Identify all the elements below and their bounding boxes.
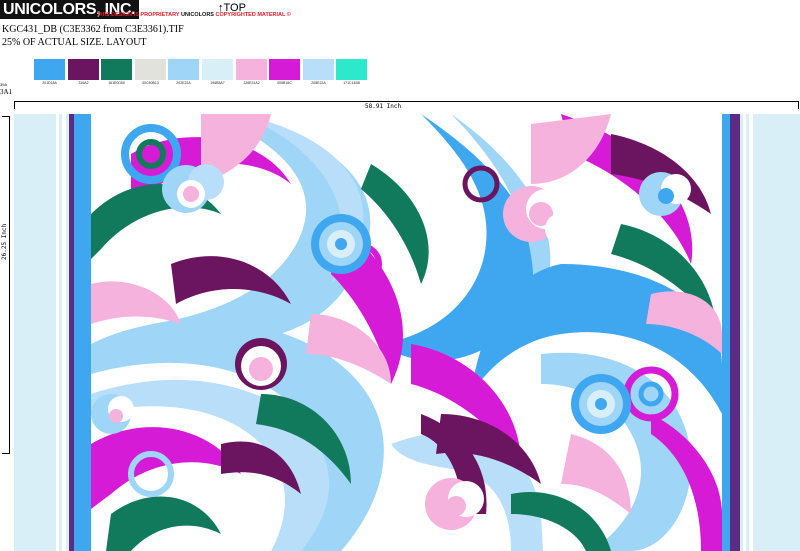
side-label: 3A1 [0,88,13,96]
paisley-swirl-print [14,114,800,551]
color-swatch-code: 205E22A [311,81,326,85]
color-swatch-code: 171C14B8 [343,81,360,85]
side-code: 39A [0,82,8,87]
print-border-stripe-left-navy [69,114,74,551]
height-ruler [2,116,10,454]
height-ruler-label: 26.25 Inch [1,223,8,260]
top-marker: ↑TOP [218,2,246,14]
notice-brand: UNICOLORS [180,12,214,18]
notice-prefix: THIS DESIGN IS PROPRIETARY [97,12,181,18]
color-swatch [101,59,132,80]
color-swatch-code: 005B16C [277,81,292,85]
color-swatch-code: 201D18A [42,81,57,85]
width-ruler-label: 58.91 Inch [363,103,404,110]
color-swatch [68,59,99,80]
copyright-notice: THIS DESIGN IS PROPRIETARY UNICOLORS COP… [97,12,291,18]
color-swatch-code: 202E22A [176,81,191,85]
cloud-flower-3 [311,214,371,274]
color-swatch-code: 316A2 [78,81,89,85]
color-swatch [269,59,300,80]
print-border-stripe-right-navy [730,114,740,551]
print-border-stripe-right-white [743,114,746,551]
print-border-stripe-left-white-2 [62,114,66,551]
print-border-stripe-left-white [56,114,59,551]
color-swatch [168,59,199,80]
fabric-print-preview [14,114,800,551]
scale-text: 25% OF ACTUAL SIZE. LAYOUT [2,37,147,48]
print-border-stripe-right-white-2 [749,114,753,551]
width-ruler [14,101,799,109]
color-swatch [135,59,166,80]
cloud-flower-5 [571,374,631,434]
color-swatch-code: 00C50B13 [142,81,159,85]
pattern-field [91,114,722,551]
color-swatch-code: 126E31A2 [243,81,260,85]
color-swatch-code: 196B5A7 [210,81,225,85]
color-swatch [202,59,233,80]
color-swatch [336,59,367,80]
color-swatch-code: 161E0D50 [108,81,125,85]
color-swatch [236,59,267,80]
print-border-stripe-left-blue [74,114,91,551]
color-swatch [34,59,65,80]
color-swatch [303,59,334,80]
print-border-stripe-right-blue [722,114,730,551]
logo-prefix: UNI [3,1,30,18]
file-title: KGC431_DB (C3E3362 from C3E3361).TIF [2,24,184,35]
cloud-flower-4 [235,338,287,390]
